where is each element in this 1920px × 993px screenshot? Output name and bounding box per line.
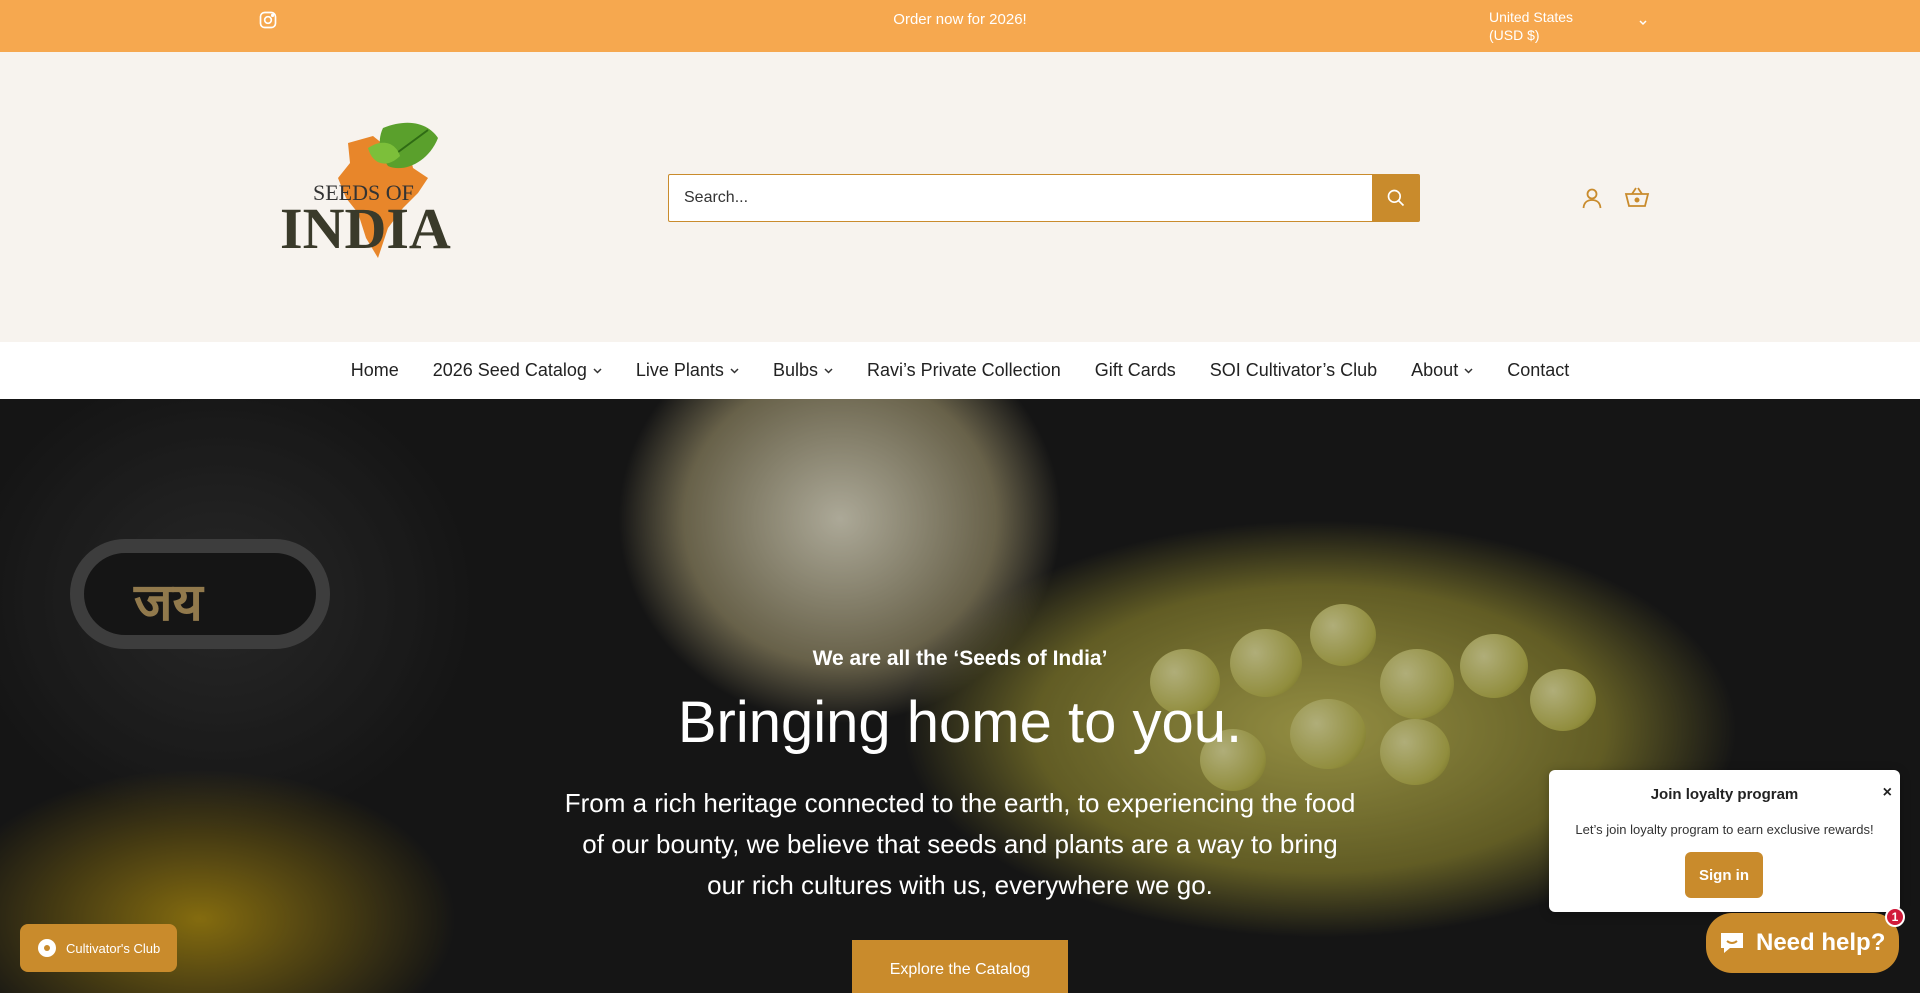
nav-item-label: Contact [1507,360,1570,380]
chat-label: Need help? [1756,929,1886,956]
nav-item-home[interactable]: Home [334,360,416,381]
chat-icon [1721,933,1743,953]
chevron-down-icon [730,367,739,374]
gift-icon [38,939,56,957]
hero-title: Bringing home to you. [677,690,1243,755]
sign-in-button[interactable]: Sign in [1685,852,1763,898]
site-header: SEEDS OF INDIA [0,52,1920,342]
cultivators-club-button[interactable]: Cultivator's Club [20,924,177,972]
chevron-down-icon [593,367,602,374]
account-icon[interactable] [1580,186,1604,210]
search-bar [668,174,1420,222]
cart-icon[interactable] [1624,185,1650,209]
nav-item-contact[interactable]: Contact [1490,360,1586,381]
nav-item-label: Home [350,360,399,380]
nav-item-label: Live Plants [635,360,724,380]
nav-item-label: About [1411,360,1459,380]
nav-item-label: Gift Cards [1094,360,1176,380]
chat-widget-button[interactable]: Need help? 1 [1706,907,1905,973]
country-selector[interactable]: United States (USD $) [1489,8,1599,44]
nav-item-seed-catalog[interactable]: 2026 Seed Catalog [416,360,619,381]
loyalty-popup: Join loyalty program × Let’s join loyalt… [1549,770,1900,912]
loyalty-title: Join loyalty program [1650,786,1799,803]
nav-item-label: Ravi’s Private Collection [866,360,1061,380]
nav-item-bulbs[interactable]: Bulbs [756,360,850,381]
site-logo[interactable]: SEEDS OF INDIA [278,118,490,268]
nav-item-cultivators-club[interactable]: SOI Cultivator’s Club [1193,360,1394,381]
chevron-down-icon[interactable] [1638,18,1648,28]
nav-item-about[interactable]: About [1394,360,1490,381]
nav-item-private-collection[interactable]: Ravi’s Private Collection [850,360,1078,381]
cultivators-club-label: Cultivator's Club [66,940,161,956]
chevron-down-icon [1464,367,1473,374]
notification-badge: 1 [1885,907,1905,927]
chevron-down-icon [824,367,833,374]
search-button[interactable] [1372,174,1419,222]
search-icon [1387,189,1404,207]
hero-description: From a rich heritage connected to the ea… [564,788,1356,900]
announcement-bar: Order now for 2026! United States (USD $… [0,0,1920,52]
logo-text-bottom: INDIA [280,196,451,261]
explore-catalog-button[interactable]: Explore the Catalog [852,940,1068,993]
nav-item-label: Bulbs [772,360,818,380]
search-input[interactable] [669,175,1373,221]
nav-item-gift-cards[interactable]: Gift Cards [1078,360,1193,381]
nav-item-live-plants[interactable]: Live Plants [619,360,756,381]
loyalty-message: Let’s join loyalty program to earn exclu… [1575,822,1874,837]
main-nav: Home 2026 Seed Catalog Live Plants Bulbs… [0,342,1920,399]
announcement-text: Order now for 2026! [893,11,1027,28]
nav-item-label: 2026 Seed Catalog [432,360,587,380]
close-icon[interactable]: × [1883,784,1892,802]
nav-item-label: SOI Cultivator’s Club [1209,360,1378,380]
hero-subtitle: We are all the ‘Seeds of India’ [812,647,1108,670]
